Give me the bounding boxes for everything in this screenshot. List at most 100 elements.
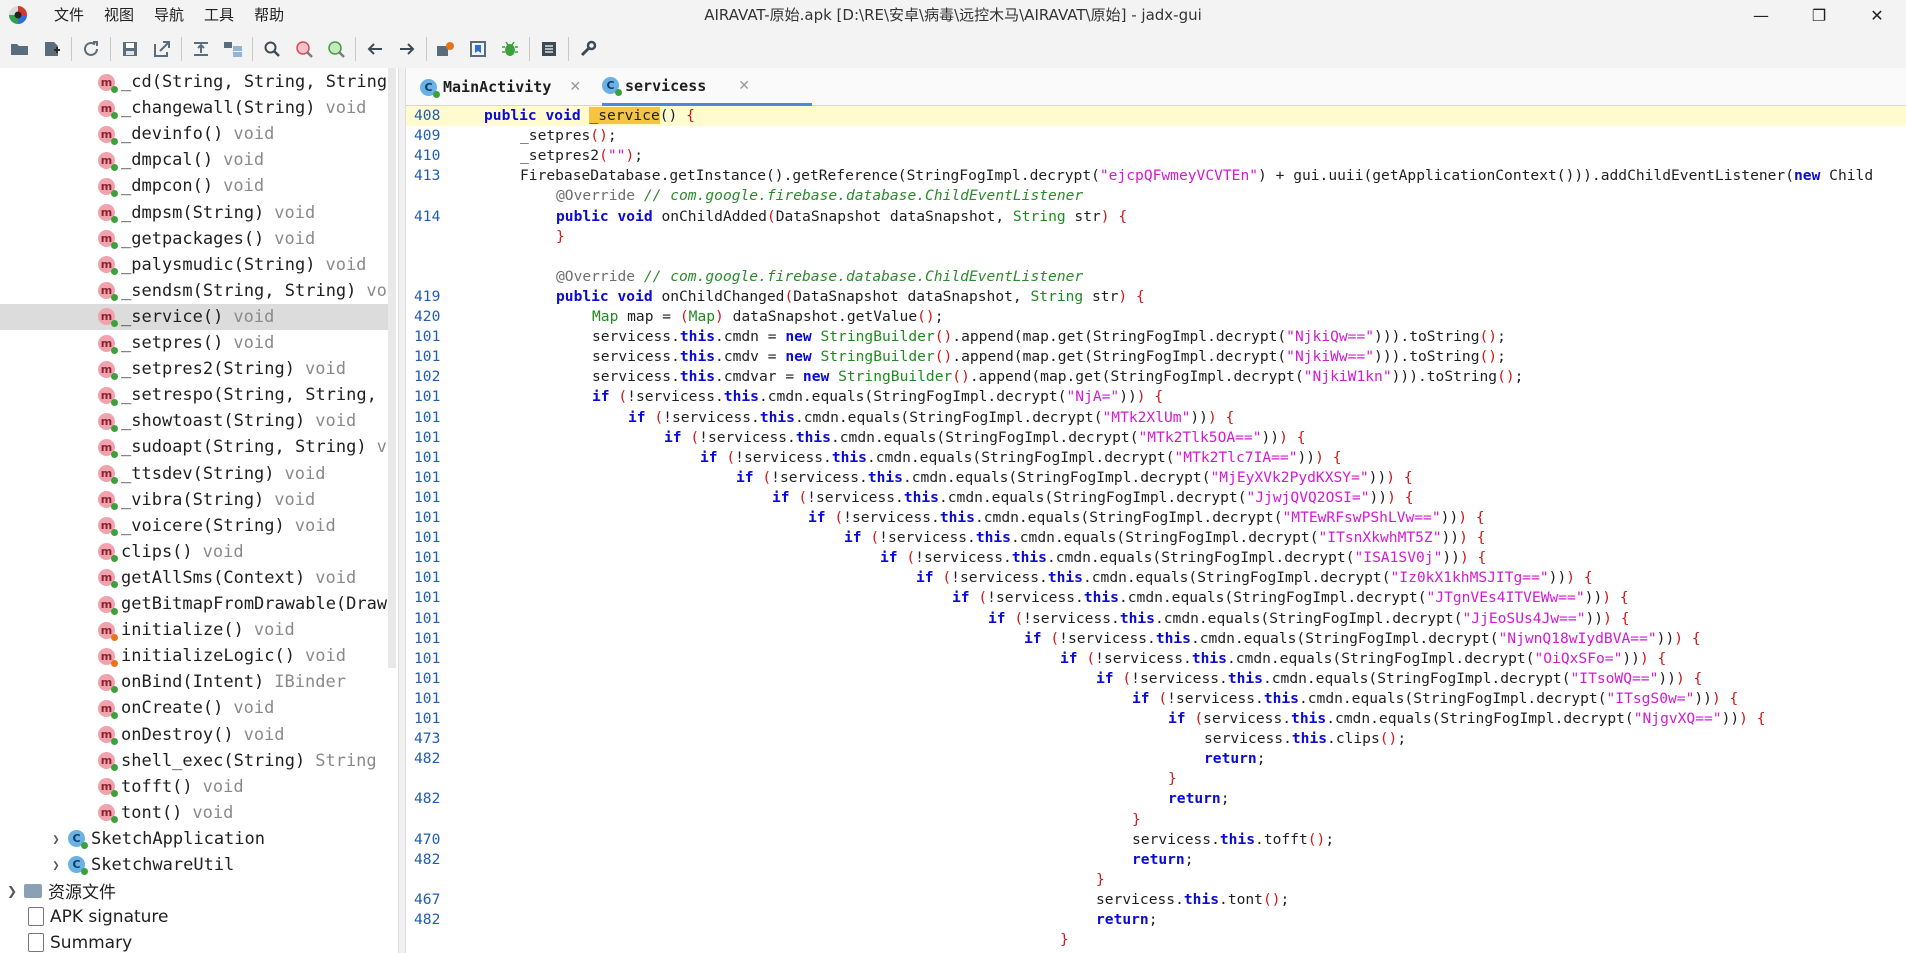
tree-class-item[interactable]: ❯ C SketchApplication (0, 826, 390, 852)
refresh-icon[interactable] (75, 34, 107, 64)
code-token: ; (1184, 850, 1194, 868)
code-token: ))).toString (1374, 348, 1480, 366)
tree-method-item[interactable]: m getAllSms(Context) void (0, 565, 390, 591)
menu-navigate[interactable]: 导航 (144, 0, 194, 30)
chevron-right-icon[interactable]: ❯ (48, 858, 64, 872)
tree-method-item[interactable]: m_sudoapt(String, String)vc (0, 434, 390, 460)
code-token: servicess. (1204, 730, 1292, 748)
pane-splitter[interactable] (398, 68, 406, 953)
toolbar-separator (181, 37, 182, 61)
chevron-right-icon[interactable]: ❯ (4, 884, 20, 898)
code-token: if (1132, 689, 1159, 707)
tree-method-item[interactable]: m _vibra(String) void (0, 487, 390, 513)
code-token: { (1118, 207, 1128, 225)
find-usage-icon[interactable] (320, 34, 352, 64)
code-token: if (592, 388, 619, 406)
tree-method-item[interactable]: m initializeLogic() void (0, 643, 390, 669)
tree-icon[interactable] (217, 34, 249, 64)
back-icon[interactable] (359, 34, 391, 64)
save-icon[interactable] (114, 34, 146, 64)
tree-class-item[interactable]: ❯ C SketchwareUtil (0, 852, 390, 878)
tab-mainactivity[interactable]: C MainActivity ✕ (420, 68, 581, 106)
tree-method-item[interactable]: m _showtoast(String) void (0, 408, 390, 434)
log-icon[interactable] (533, 34, 565, 64)
method-icon: m (98, 778, 118, 798)
code-token: this (867, 468, 903, 486)
tree-apk-signature-item[interactable]: APK signature (0, 904, 390, 930)
close-icon[interactable]: ✕ (738, 78, 750, 94)
toolbar-separator (355, 37, 356, 61)
open-folder-icon[interactable] (4, 34, 36, 64)
close-button[interactable]: ✕ (1848, 0, 1906, 30)
tab-servicess[interactable]: C servicess ✕ (602, 68, 812, 106)
method-name: initializeLogic() (121, 646, 295, 667)
tree-method-item[interactable]: m shell_exec(String) String (0, 748, 390, 774)
tree-method-item[interactable]: m initialize() void (0, 617, 390, 643)
bookmark-icon[interactable] (462, 34, 494, 64)
tree-method-item[interactable]: m _ttsdev(String) void (0, 461, 390, 487)
tree-method-item[interactable]: m onCreate() void (0, 695, 390, 721)
close-icon[interactable]: ✕ (569, 79, 581, 95)
maximize-button[interactable]: ❐ (1790, 0, 1848, 30)
deobf-icon[interactable] (430, 34, 462, 64)
method-return-type: String (315, 750, 377, 771)
chevron-right-icon[interactable]: ❯ (48, 832, 64, 846)
add-file-icon[interactable] (36, 34, 68, 64)
tree-method-item[interactable]: m clips() void (0, 539, 390, 565)
tree-method-item[interactable]: m _cd(String, String, String) (0, 69, 390, 95)
tree-method-item[interactable]: m _getpackages() void (0, 226, 390, 252)
line-number: 101 (414, 549, 441, 567)
method-return-type: void (202, 776, 244, 797)
tree-method-item[interactable]: m onDestroy() void (0, 722, 390, 748)
tree-method-item[interactable]: m _dmpcon() void (0, 173, 390, 199)
tree-method-item[interactable]: m tont() void (0, 800, 390, 826)
tree-method-item[interactable]: m tofft() void (0, 774, 390, 800)
tree-method-item[interactable]: m _devinfo() void (0, 121, 390, 147)
tree-method-item[interactable]: m_sendsm(String, String) voi (0, 278, 390, 304)
tree-method-item[interactable]: m _dmpcal() void (0, 147, 390, 173)
tree-method-item[interactable]: m _setrespo(String, String, S (0, 382, 390, 408)
find-class-icon[interactable] (288, 34, 320, 64)
method-name: _service() (121, 306, 224, 327)
menu-help[interactable]: 帮助 (244, 0, 294, 30)
code-token: ) (1639, 649, 1649, 667)
tree-method-item[interactable]: m _service() void (0, 303, 390, 330)
method-return-type: void (243, 724, 285, 745)
code-token: ; (1220, 790, 1230, 808)
tree-method-item[interactable]: m getBitmapFromDrawable(Drawa (0, 591, 390, 617)
search-icon[interactable] (256, 34, 288, 64)
code-editor[interactable]: 408 public void _service() {409 _setpres()… (406, 106, 1906, 953)
menu-file[interactable]: 文件 (44, 0, 94, 30)
code-token: ( (1014, 609, 1024, 627)
tree-resources-item[interactable]: ❯ 资源文件 (0, 878, 390, 904)
tree-method-item[interactable]: m _setpres2(String) void (0, 356, 390, 382)
tree-method-item[interactable]: m _palysmudic(String) void (0, 252, 390, 278)
tree-scrollbar[interactable] (388, 68, 396, 668)
minimize-button[interactable]: — (1732, 0, 1790, 30)
settings-icon[interactable] (572, 34, 604, 64)
export-icon[interactable] (146, 34, 178, 64)
code-token: } (556, 227, 565, 245)
tree-method-item[interactable]: m onBind(Intent) IBinder (0, 669, 390, 695)
menu-view[interactable]: 视图 (94, 0, 144, 30)
tree-method-item[interactable]: m _voicere(String) void (0, 513, 390, 539)
forward-icon[interactable] (391, 34, 423, 64)
method-name: _setpres() (121, 333, 224, 353)
code-token: ) (1603, 609, 1612, 627)
code-token: !servicess. (735, 448, 832, 466)
code-token: .cmdn.equals(StringFogImpl.decrypt( (1082, 569, 1391, 587)
menu-tools[interactable]: 工具 (194, 0, 244, 30)
debug-icon[interactable] (494, 34, 526, 64)
method-return-type: void (325, 98, 367, 119)
sync-icon[interactable] (185, 34, 217, 64)
tree-method-item[interactable]: m _setpres() void (0, 330, 390, 356)
tree-method-item[interactable]: m _changewall(String) void (0, 95, 390, 121)
code-token: this (679, 348, 716, 366)
tree-method-item[interactable]: m _dmpsm(String) void (0, 200, 390, 226)
code-token: "ejcpQFwmeyVCVTEn" (1099, 167, 1259, 185)
code-token: ) (1602, 589, 1612, 607)
tree-summary-item[interactable]: Summary (0, 930, 390, 953)
